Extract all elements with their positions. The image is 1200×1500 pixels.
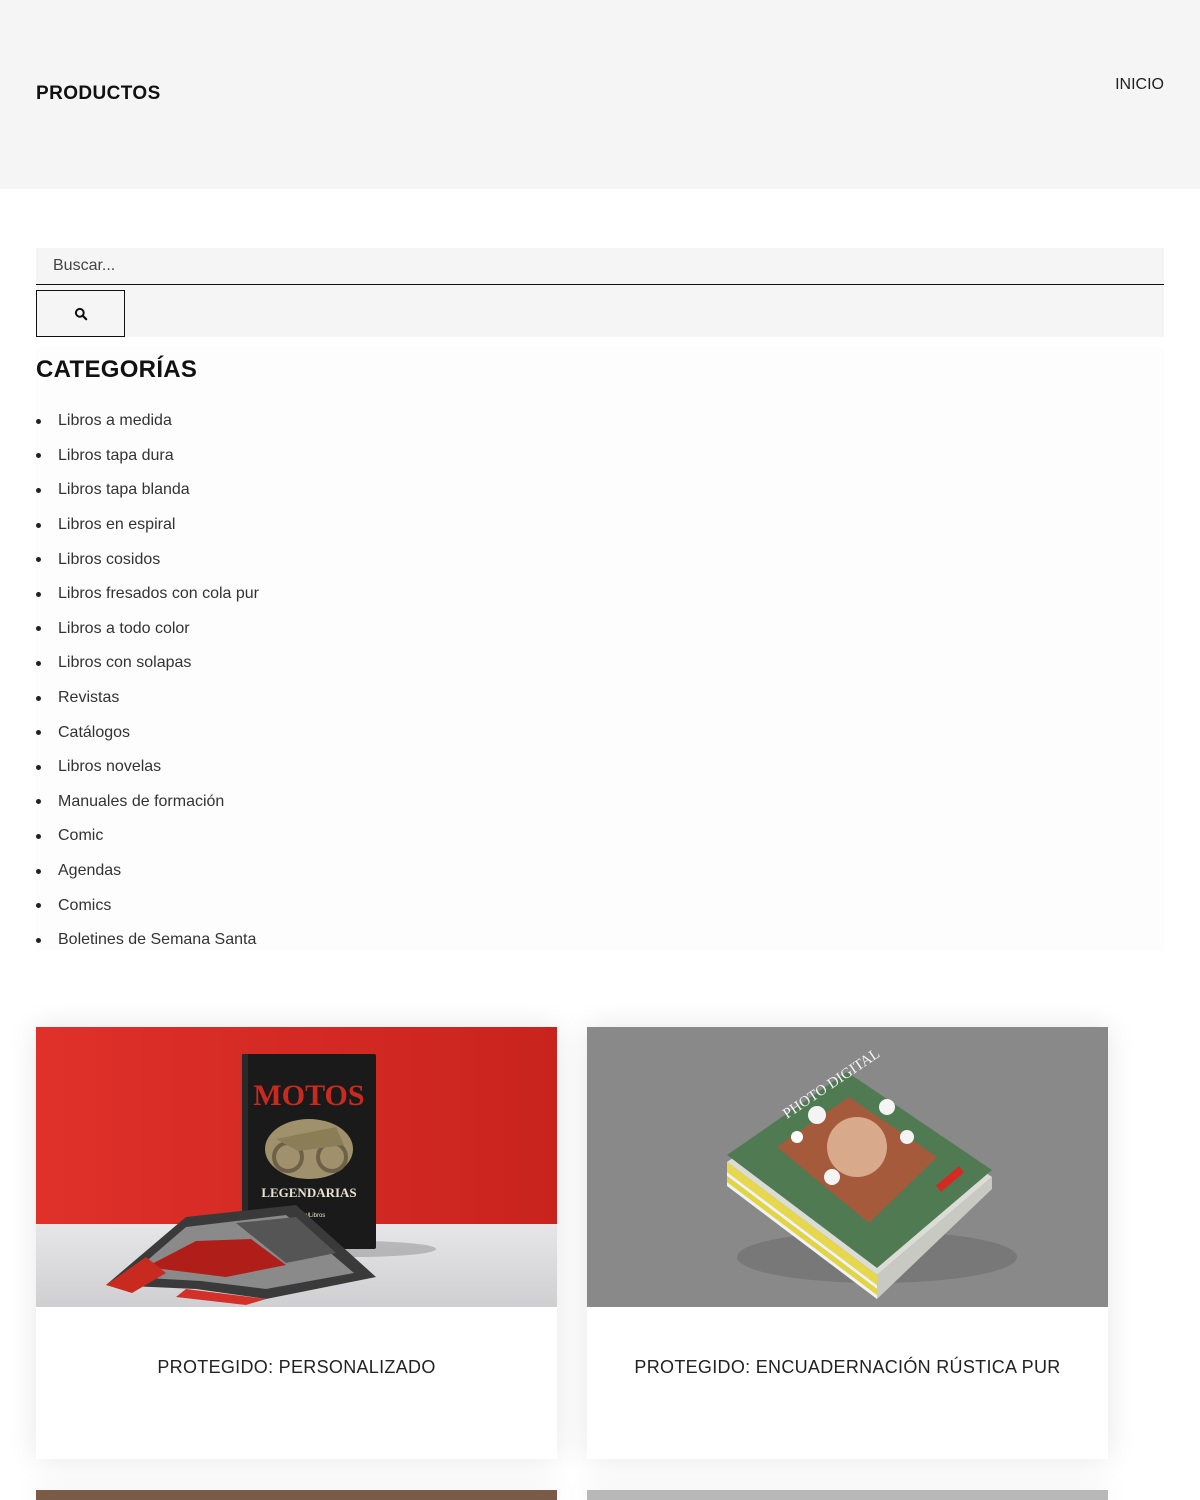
- category-link[interactable]: Libros tapa dura: [58, 447, 174, 465]
- product-image[interactable]: MOTOS LEGENDARIAS VisualLibros: [36, 1027, 557, 1307]
- category-item: Revistas: [36, 681, 259, 716]
- categories-title: CATEGORÍAS: [36, 356, 198, 383]
- category-item: Libros con solapas: [36, 646, 259, 681]
- bullet-icon: [36, 453, 41, 459]
- category-link[interactable]: Libros tapa blanda: [58, 481, 190, 499]
- category-link[interactable]: Libros en espiral: [58, 516, 175, 534]
- bullet-icon: [36, 660, 41, 666]
- bullet-icon: [36, 937, 41, 943]
- bullet-icon: [36, 626, 41, 632]
- product-card-partial[interactable]: [36, 1490, 557, 1500]
- category-item: Boletines de Semana Santa: [36, 923, 259, 958]
- category-item: Libros fresados con cola pur: [36, 577, 259, 612]
- cover-subtitle-text: LEGENDARIAS: [261, 1185, 356, 1200]
- category-item: Libros tapa dura: [36, 439, 259, 474]
- product-photo-motos: MOTOS LEGENDARIAS VisualLibros: [36, 1027, 557, 1307]
- category-link[interactable]: Manuales de formación: [58, 793, 224, 811]
- bullet-icon: [36, 799, 41, 805]
- search-icon: [74, 307, 87, 320]
- category-item: Libros a medida: [36, 404, 259, 439]
- bullet-icon: [36, 522, 41, 528]
- categories-widget: CATEGORÍAS Libros a medida Libros tapa d…: [36, 346, 1164, 951]
- search-input[interactable]: [36, 248, 1164, 285]
- category-item: Libros tapa blanda: [36, 473, 259, 508]
- category-link[interactable]: Agendas: [58, 862, 121, 880]
- bullet-icon: [36, 557, 41, 563]
- bullet-icon: [36, 487, 41, 493]
- bullet-icon: [36, 764, 41, 770]
- cover-title-text: MOTOS: [253, 1079, 364, 1112]
- bullet-icon: [36, 591, 41, 597]
- category-link[interactable]: Revistas: [58, 689, 119, 707]
- category-item: Catálogos: [36, 715, 259, 750]
- product-image[interactable]: [587, 1490, 1108, 1500]
- product-image[interactable]: PHOTO DIGITAL: [587, 1027, 1108, 1307]
- nav-link-inicio[interactable]: INICIO: [1115, 76, 1164, 94]
- bullet-icon: [36, 695, 41, 701]
- product-title[interactable]: PROTEGIDO: PERSONALIZADO: [36, 1357, 557, 1378]
- product-card[interactable]: PHOTO DIGITAL PROTEGIDO: ENCUADERNACIÓN …: [587, 1027, 1108, 1459]
- category-item: Libros en espiral: [36, 508, 259, 543]
- search-widget: [36, 248, 1164, 337]
- category-link[interactable]: Libros novelas: [58, 758, 161, 776]
- category-link[interactable]: Comic: [58, 827, 103, 845]
- category-item: Manuales de formación: [36, 785, 259, 820]
- category-link[interactable]: Libros a medida: [58, 412, 172, 430]
- categories-list: Libros a medida Libros tapa dura Libros …: [36, 404, 259, 958]
- category-item: Agendas: [36, 854, 259, 889]
- category-link[interactable]: Boletines de Semana Santa: [58, 931, 256, 949]
- product-image[interactable]: [36, 1490, 557, 1500]
- bullet-icon: [36, 903, 41, 909]
- category-link[interactable]: Libros con solapas: [58, 654, 191, 672]
- product-photo-photo-digital: PHOTO DIGITAL: [587, 1027, 1108, 1307]
- category-item: Comic: [36, 819, 259, 854]
- page-header: PRODUCTOS INICIO: [0, 0, 1200, 189]
- category-link[interactable]: Libros cosidos: [58, 551, 160, 569]
- category-link[interactable]: Catálogos: [58, 724, 130, 742]
- category-item: Libros novelas: [36, 750, 259, 785]
- bullet-icon: [36, 730, 41, 736]
- category-link[interactable]: Libros fresados con cola pur: [58, 585, 259, 603]
- category-link[interactable]: Libros a todo color: [58, 620, 190, 638]
- product-title[interactable]: PROTEGIDO: ENCUADERNACIÓN RÚSTICA PUR: [587, 1357, 1108, 1378]
- bullet-icon: [36, 868, 41, 874]
- category-link[interactable]: Comics: [58, 897, 111, 915]
- product-card[interactable]: MOTOS LEGENDARIAS VisualLibros PROTEGIDO…: [36, 1027, 557, 1459]
- category-item: Comics: [36, 888, 259, 923]
- page-title: PRODUCTOS: [36, 83, 161, 104]
- category-item: Libros a todo color: [36, 612, 259, 647]
- bullet-icon: [36, 418, 41, 424]
- bullet-icon: [36, 833, 41, 839]
- category-item: Libros cosidos: [36, 542, 259, 577]
- product-card-partial[interactable]: [587, 1490, 1108, 1500]
- search-button[interactable]: [36, 290, 125, 337]
